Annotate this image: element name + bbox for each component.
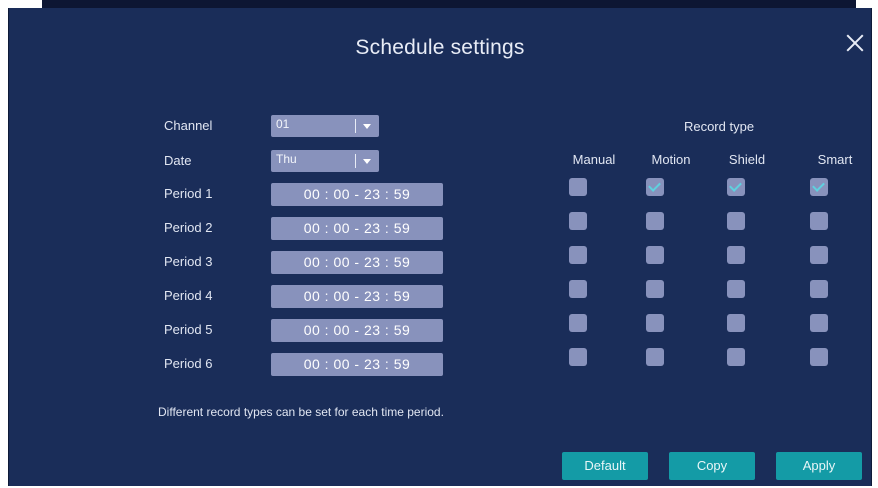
close-icon[interactable] xyxy=(845,33,865,53)
period-4-manual-checkbox[interactable] xyxy=(569,280,587,298)
period-4-motion-checkbox[interactable] xyxy=(646,280,664,298)
period-2-shield-checkbox[interactable] xyxy=(727,212,745,230)
period-5-label: Period 5 xyxy=(164,322,213,337)
period-2-label: Period 2 xyxy=(164,220,213,235)
period-5-motion-checkbox[interactable] xyxy=(646,314,664,332)
period-2-smart-checkbox[interactable] xyxy=(810,212,828,230)
period-3-label: Period 3 xyxy=(164,254,213,269)
period-3-shield-checkbox[interactable] xyxy=(727,246,745,264)
dropdown-separator xyxy=(355,119,356,133)
channel-label: Channel xyxy=(164,118,213,133)
period-2-time: 00 : 00 - 23 : 59 xyxy=(303,220,411,236)
period-5-shield-checkbox[interactable] xyxy=(727,314,745,332)
period-5-time-field[interactable]: 00 : 00 - 23 : 59 xyxy=(271,319,443,342)
record-type-title: Record type xyxy=(683,119,755,134)
dropdown-separator xyxy=(355,154,356,168)
period-4-smart-checkbox[interactable] xyxy=(810,280,828,298)
schedule-settings-dialog: Schedule settings Channel 01 Date Thu Pe… xyxy=(8,8,872,486)
period-4-shield-checkbox[interactable] xyxy=(727,280,745,298)
default-button[interactable]: Default xyxy=(562,452,648,480)
period-5-smart-checkbox[interactable] xyxy=(810,314,828,332)
info-note: Different record types can be set for ea… xyxy=(158,405,444,419)
period-3-time-field[interactable]: 00 : 00 - 23 : 59 xyxy=(271,251,443,274)
period-3-manual-checkbox[interactable] xyxy=(569,246,587,264)
period-1-label: Period 1 xyxy=(164,186,213,201)
chevron-down-icon xyxy=(363,159,371,164)
period-5-time: 00 : 00 - 23 : 59 xyxy=(303,322,411,338)
period-6-manual-checkbox[interactable] xyxy=(569,348,587,366)
period-2-motion-checkbox[interactable] xyxy=(646,212,664,230)
apply-button[interactable]: Apply xyxy=(776,452,862,480)
period-6-shield-checkbox[interactable] xyxy=(727,348,745,366)
period-4-label: Period 4 xyxy=(164,288,213,303)
period-6-smart-checkbox[interactable] xyxy=(810,348,828,366)
period-1-shield-checkbox[interactable] xyxy=(727,178,745,196)
period-2-manual-checkbox[interactable] xyxy=(569,212,587,230)
period-1-smart-checkbox[interactable] xyxy=(810,178,828,196)
period-2-time-field[interactable]: 00 : 00 - 23 : 59 xyxy=(271,217,443,240)
top-bar xyxy=(42,0,856,8)
period-6-time-field[interactable]: 00 : 00 - 23 : 59 xyxy=(271,353,443,376)
period-5-manual-checkbox[interactable] xyxy=(569,314,587,332)
column-motion: Motion xyxy=(651,152,691,167)
date-value: Thu xyxy=(276,152,297,166)
date-dropdown[interactable]: Thu xyxy=(271,150,379,172)
column-smart: Smart xyxy=(817,152,853,167)
period-6-motion-checkbox[interactable] xyxy=(646,348,664,366)
channel-dropdown[interactable]: 01 xyxy=(271,115,379,137)
period-3-time: 00 : 00 - 23 : 59 xyxy=(303,254,411,270)
period-6-label: Period 6 xyxy=(164,356,213,371)
chevron-down-icon xyxy=(363,124,371,129)
date-label: Date xyxy=(164,153,192,168)
period-4-time: 00 : 00 - 23 : 59 xyxy=(303,288,411,304)
period-4-time-field[interactable]: 00 : 00 - 23 : 59 xyxy=(271,285,443,308)
period-3-smart-checkbox[interactable] xyxy=(810,246,828,264)
column-manual: Manual xyxy=(572,152,616,167)
period-1-time-field[interactable]: 00 : 00 - 23 : 59 xyxy=(271,183,443,206)
dialog-title: Schedule settings xyxy=(355,36,525,59)
period-1-time: 00 : 00 - 23 : 59 xyxy=(303,186,411,202)
period-6-time: 00 : 00 - 23 : 59 xyxy=(303,356,411,372)
period-3-motion-checkbox[interactable] xyxy=(646,246,664,264)
copy-button[interactable]: Copy xyxy=(669,452,755,480)
period-1-motion-checkbox[interactable] xyxy=(646,178,664,196)
column-shield: Shield xyxy=(728,152,766,167)
channel-value: 01 xyxy=(276,117,290,131)
period-1-manual-checkbox[interactable] xyxy=(569,178,587,196)
